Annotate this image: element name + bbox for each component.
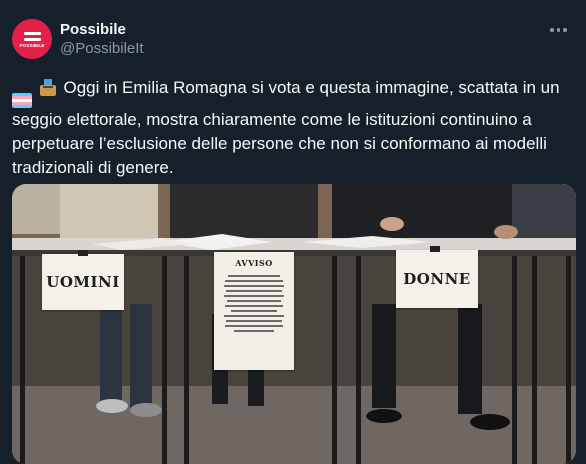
sign-clip [78, 250, 88, 256]
sign-uomini: UOMINI [42, 254, 124, 310]
sign-avviso-title: AVVISO [235, 258, 273, 268]
sign-avviso: AVVISO [214, 252, 294, 370]
author-info: Possibile @PossibileIt [60, 20, 144, 58]
avatar-logo-bar [23, 31, 41, 35]
ballot-box-icon [39, 79, 57, 96]
avatar-logo-bar [23, 37, 41, 41]
sign-clip [430, 246, 440, 252]
polling-station-photo [12, 184, 576, 464]
transgender-flag-icon [12, 93, 32, 108]
tweet-photo[interactable]: UOMINI AVVISO DONNE [12, 184, 576, 464]
tweet-text: Oggi in Emilia Romagna si vota e questa … [12, 76, 574, 180]
avatar[interactable]: POSSIBILE [12, 19, 52, 59]
more-options-icon[interactable] [550, 22, 572, 38]
sign-avviso-fine-print [222, 272, 286, 335]
author-handle[interactable]: @PossibileIt [60, 39, 144, 58]
avatar-brand-text: POSSIBILE [19, 43, 45, 48]
author-display-name[interactable]: Possibile [60, 20, 144, 39]
sign-donne: DONNE [396, 250, 478, 308]
tweet-header: POSSIBILE Possibile @PossibileIt [12, 14, 572, 62]
tweet-body: Oggi in Emilia Romagna si vota e questa … [12, 78, 560, 177]
